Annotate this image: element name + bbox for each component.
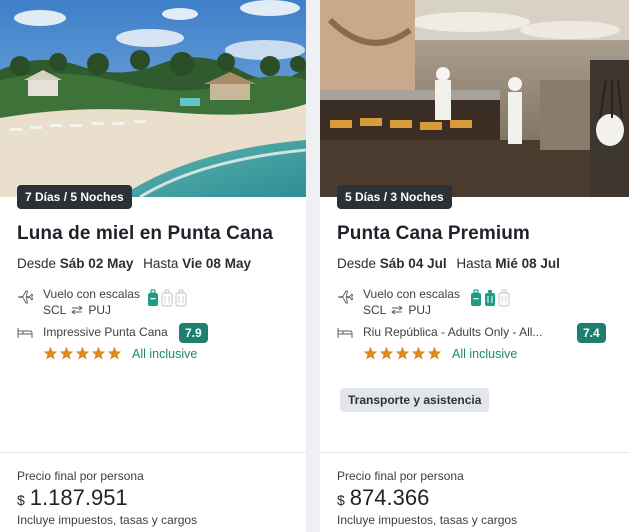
rating-score-badge: 7.4: [577, 323, 606, 343]
star-icon: [59, 346, 74, 360]
date-to-label: Hasta: [143, 256, 179, 271]
star-icon: [379, 346, 394, 360]
date-to: Vie 08 May: [182, 256, 251, 271]
checked-bag-icon: [498, 289, 510, 307]
travel-dates: Desde Sáb 02 May Hasta Vie 08 May: [17, 256, 251, 271]
star-icon: [75, 346, 90, 360]
date-from-label: Desde: [337, 256, 377, 271]
date-from: Sáb 02 May: [59, 256, 134, 271]
package-card[interactable]: 7 Días / 5 Noches Luna de miel en Punta …: [0, 0, 306, 532]
date-from-label: Desde: [17, 256, 57, 271]
currency-symbol: $: [337, 492, 345, 508]
duration-badge: 5 Días / 3 Noches: [337, 185, 452, 209]
star-icon: [427, 346, 442, 360]
price-amount: 1.187.951: [29, 485, 128, 510]
duration-badge: 7 Días / 5 Noches: [17, 185, 132, 209]
divider: [0, 452, 306, 453]
star-icon: [363, 346, 378, 360]
baggage-indicators[interactable]: [147, 289, 187, 307]
package-photo-beach[interactable]: [0, 0, 306, 197]
carry-on-bag-icon: [471, 289, 481, 306]
flight-route: SCL PUJ: [43, 302, 140, 318]
carry-on-bag-icon: [148, 289, 158, 306]
divider: [320, 452, 629, 453]
rating-score-badge: 7.9: [179, 323, 208, 343]
baggage-indicators[interactable]: [470, 289, 510, 307]
star-icon: [395, 346, 410, 360]
checked-bag-icon: [175, 289, 187, 307]
destination-code: PUJ: [408, 303, 432, 317]
hotel-name[interactable]: Riu República - Adults Only - All...: [363, 325, 542, 339]
bed-icon: [17, 328, 33, 338]
date-from: Sáb 04 Jul: [379, 256, 447, 271]
price-note: Incluye impuestos, tasas y cargos: [17, 513, 198, 527]
flight-label: Vuelo con escalas: [43, 287, 140, 301]
star-icon: [91, 346, 106, 360]
origin-code: SCL: [43, 303, 67, 317]
package-card[interactable]: 5 Días / 3 Noches Punta Cana Premium Des…: [320, 0, 629, 532]
destination-code: PUJ: [88, 303, 112, 317]
swap-arrows-icon: [391, 305, 404, 315]
origin-code: SCL: [363, 303, 387, 317]
date-to-label: Hasta: [456, 256, 492, 271]
package-photo-buffet[interactable]: [320, 0, 629, 197]
flight-info: Vuelo con escalas SCL PUJ: [337, 286, 460, 318]
service-tag: Transporte y asistencia: [340, 388, 490, 412]
swap-arrows-icon: [71, 305, 84, 315]
star-icon: [43, 346, 58, 360]
star-icon: [411, 346, 426, 360]
hotel-info: Riu República - Adults Only - All...: [337, 325, 542, 339]
checked-bag-icon: [485, 290, 495, 306]
hotel-name[interactable]: Impressive Punta Cana: [43, 325, 168, 339]
flight-route: SCL PUJ: [363, 302, 460, 318]
meal-plan: All inclusive: [132, 346, 198, 361]
hotel-stars: All inclusive: [43, 346, 197, 361]
hotel-info: Impressive Punta Cana: [17, 325, 168, 339]
date-to: Mié 08 Jul: [495, 256, 560, 271]
price-amount: 874.366: [349, 485, 430, 510]
plane-icon: [337, 290, 353, 304]
checked-bag-icon: [161, 289, 173, 307]
package-title[interactable]: Luna de miel en Punta Cana: [17, 223, 273, 245]
flight-label: Vuelo con escalas: [363, 287, 460, 301]
price: $ 874.366: [337, 485, 429, 511]
star-icon: [107, 346, 122, 360]
currency-symbol: $: [17, 492, 25, 508]
travel-dates: Desde Sáb 04 Jul Hasta Mié 08 Jul: [337, 256, 560, 271]
flight-info: Vuelo con escalas SCL PUJ: [17, 286, 140, 318]
meal-plan: All inclusive: [452, 346, 518, 361]
price: $ 1.187.951: [17, 485, 128, 511]
price-label: Precio final por persona: [337, 469, 464, 483]
package-title[interactable]: Punta Cana Premium: [337, 223, 530, 245]
plane-icon: [17, 290, 33, 304]
price-note: Incluye impuestos, tasas y cargos: [337, 513, 518, 527]
hotel-stars: All inclusive: [363, 346, 517, 361]
price-label: Precio final por persona: [17, 469, 144, 483]
bed-icon: [337, 328, 353, 338]
